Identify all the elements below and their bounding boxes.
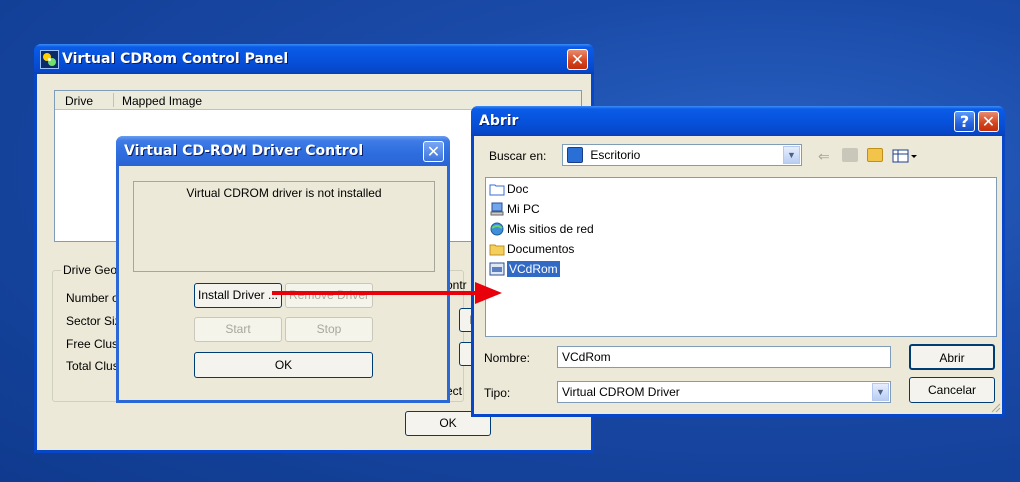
list-item-label: VCdRom [507,261,560,277]
driver-control-dialog: Virtual CD-ROM Driver Control ✕ Virtual … [116,136,450,403]
desktop-icon [567,147,583,163]
chevron-down-icon[interactable]: ▼ [872,383,889,401]
back-icon[interactable]: ⇐ [818,148,834,164]
look-in-value: Escritorio [590,148,641,162]
close-icon[interactable]: ✕ [978,111,999,132]
look-in-combo[interactable]: Escritorio ▼ [562,144,802,166]
open-file-dialog: Abrir ? ✕ Buscar en: Escritorio ▼ ⇐ Doc … [471,106,1005,417]
list-item-my-computer[interactable]: Mi PC [489,200,540,218]
geometry-label: Total Clus [66,359,119,373]
network-icon [489,222,505,236]
list-item-label: Mi PC [507,202,540,216]
driver-ok-button[interactable]: OK [194,352,373,378]
list-item-label: Mis sitios de red [507,222,594,236]
driver-status-text: Virtual CDROM driver is not installed [186,186,382,200]
geometry-label: Sector Siz [66,314,121,328]
view-menu-icon[interactable] [892,148,918,164]
up-folder-icon[interactable] [842,148,858,162]
resize-grip-icon[interactable] [989,401,1001,413]
start-button[interactable]: Start [194,317,282,342]
filetype-value: Virtual CDROM Driver [562,385,680,399]
column-header-drive[interactable]: Drive [65,94,93,108]
control-panel-title: Virtual CDRom Control Panel [62,51,289,67]
close-icon[interactable]: ✕ [567,49,588,70]
open-button[interactable]: Abrir [909,344,995,370]
group-title: Drive Geo [61,263,120,277]
list-item-network[interactable]: Mis sitios de red [489,220,594,238]
annotation-arrow-icon [272,282,502,304]
driver-dialog-titlebar[interactable]: Virtual CD-ROM Driver Control ✕ [116,136,450,166]
geometry-label: Number o [66,291,119,305]
folder-icon [489,182,505,196]
list-item-label: Documentos [507,242,575,256]
file-list[interactable]: Doc Mi PC Mis sitios de red Documentos V… [485,177,997,337]
filetype-combo[interactable]: Virtual CDROM Driver ▼ [557,381,891,403]
stop-button[interactable]: Stop [285,317,373,342]
computer-icon [489,202,505,216]
look-in-label: Buscar en: [489,149,547,163]
driver-dialog-title: Virtual CD-ROM Driver Control [124,143,364,159]
open-dialog-titlebar[interactable]: Abrir ? ✕ [471,106,1005,136]
list-item-label: Doc [507,182,529,196]
list-item-documents[interactable]: Documentos [489,240,574,258]
column-header-mapped-image[interactable]: Mapped Image [122,94,202,108]
driver-file-icon [489,262,505,276]
geometry-label: Free Clus [66,337,119,351]
list-item-doc[interactable]: Doc [489,180,528,198]
open-dialog-title: Abrir [479,113,519,129]
filetype-label: Tipo: [484,386,511,400]
filename-input[interactable]: VCdRom [557,346,891,368]
app-icon [40,50,59,69]
folder-icon [489,242,505,256]
driver-status-box: Virtual CDROM driver is not installed [133,181,435,272]
chevron-down-icon[interactable]: ▼ [783,146,800,164]
install-driver-button[interactable]: Install Driver ... [194,283,282,308]
control-panel-titlebar[interactable]: Virtual CDRom Control Panel ✕ [34,44,594,74]
list-item-vcdrom[interactable]: VCdRom [489,260,560,278]
new-folder-icon[interactable] [867,148,883,162]
cancel-button[interactable]: Cancelar [909,377,995,403]
help-icon[interactable]: ? [954,111,975,132]
filename-label: Nombre: [484,351,531,365]
close-icon[interactable]: ✕ [423,141,444,162]
